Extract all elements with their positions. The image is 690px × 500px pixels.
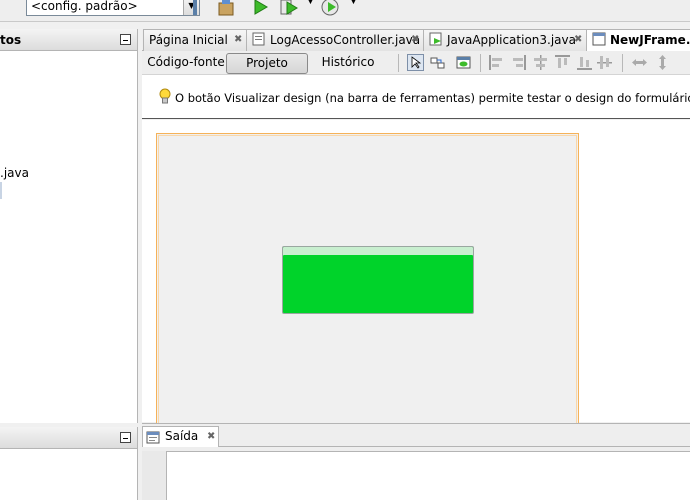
tree-item-java-file[interactable]: .java: [0, 166, 29, 180]
tab-label: LogAcessoController.java: [270, 33, 421, 47]
toolbar-separator: [398, 54, 399, 72]
output-tab-strip: Saída ✖: [142, 423, 690, 448]
design-hint-text: O botão Visualizar design (na barra de f…: [175, 91, 690, 105]
configuration-value: <config. padrão>: [31, 0, 138, 13]
form-button[interactable]: [282, 246, 474, 314]
toolbar-separator: [622, 54, 623, 72]
horizontal-resize-icon[interactable]: [631, 54, 648, 71]
minimize-icon[interactable]: [120, 432, 131, 443]
projects-tree: .java: [0, 51, 138, 423]
minimize-icon[interactable]: [120, 34, 131, 45]
close-icon[interactable]: ✖: [207, 427, 215, 446]
connection-mode-icon[interactable]: [429, 54, 446, 71]
editor-tab-strip: Página Inicial ✖ LogAcessoController.jav…: [142, 29, 690, 52]
output-panel: [142, 447, 690, 500]
navigator-pane: [0, 449, 138, 500]
align-bottom-icon[interactable]: [576, 54, 593, 71]
design-view-button[interactable]: Projeto: [226, 53, 308, 74]
java-file-icon: [252, 32, 265, 46]
align-top-icon[interactable]: [554, 54, 571, 71]
run-icon[interactable]: [250, 0, 270, 17]
tree-selection: [0, 182, 2, 199]
form-file-icon: [592, 32, 606, 46]
tab-javaapplication3[interactable]: JavaApplication3.java ✖: [423, 29, 587, 51]
history-view-button[interactable]: Histórico: [314, 53, 382, 74]
main-toolbar: <config. padrão> ▼ ▼ ▼: [0, 0, 690, 22]
tab-label: NewJFrame.java: [610, 33, 690, 47]
build-icon[interactable]: [216, 0, 236, 17]
debug-icon[interactable]: [279, 0, 299, 17]
close-icon[interactable]: ✖: [234, 30, 242, 50]
configuration-select[interactable]: <config. padrão> ▼: [26, 0, 200, 16]
java-class-icon: [429, 32, 442, 46]
clean-build-icon[interactable]: [186, 0, 206, 17]
selection-mode-icon[interactable]: [407, 54, 424, 71]
close-icon[interactable]: ✖: [411, 30, 419, 50]
tab-label: Saída: [165, 429, 199, 443]
tab-logacessocontroller[interactable]: LogAcessoController.java ✖: [246, 29, 424, 51]
preview-design-icon[interactable]: [455, 54, 472, 71]
tab-label: JavaApplication3.java: [447, 33, 576, 47]
source-view-button[interactable]: Código-fonte: [146, 53, 226, 74]
tab-newjframe[interactable]: NewJFrame.java: [586, 29, 690, 52]
tab-start-page[interactable]: Página Inicial ✖: [143, 29, 247, 51]
editor-toolbar: Código-fonte Projeto Histórico: [142, 51, 690, 75]
design-hint-bar: O botão Visualizar design (na barra de f…: [142, 75, 690, 119]
profile-menu-arrow-icon[interactable]: ▼: [350, 0, 357, 6]
align-left-icon[interactable]: [488, 54, 505, 71]
tab-label: Página Inicial: [149, 33, 228, 47]
navigator-pane-header: [0, 427, 138, 449]
vertical-resize-icon[interactable]: [654, 54, 671, 71]
profile-icon[interactable]: [320, 0, 340, 17]
toolbar-separator: [480, 54, 481, 72]
align-right-icon[interactable]: [510, 54, 527, 71]
output-text-area[interactable]: [166, 451, 690, 500]
debug-menu-arrow-icon[interactable]: ▼: [307, 0, 314, 6]
close-icon[interactable]: ✖: [574, 30, 582, 50]
projects-pane-title: tos: [0, 33, 22, 47]
lightbulb-icon: [159, 88, 171, 104]
projects-pane-header: tos: [0, 29, 138, 51]
output-window-icon: [146, 431, 160, 444]
center-horizontally-icon[interactable]: [532, 54, 549, 71]
center-vertically-icon[interactable]: [596, 54, 613, 71]
tab-output[interactable]: Saída ✖: [142, 426, 219, 448]
output-gutter: [142, 451, 166, 500]
